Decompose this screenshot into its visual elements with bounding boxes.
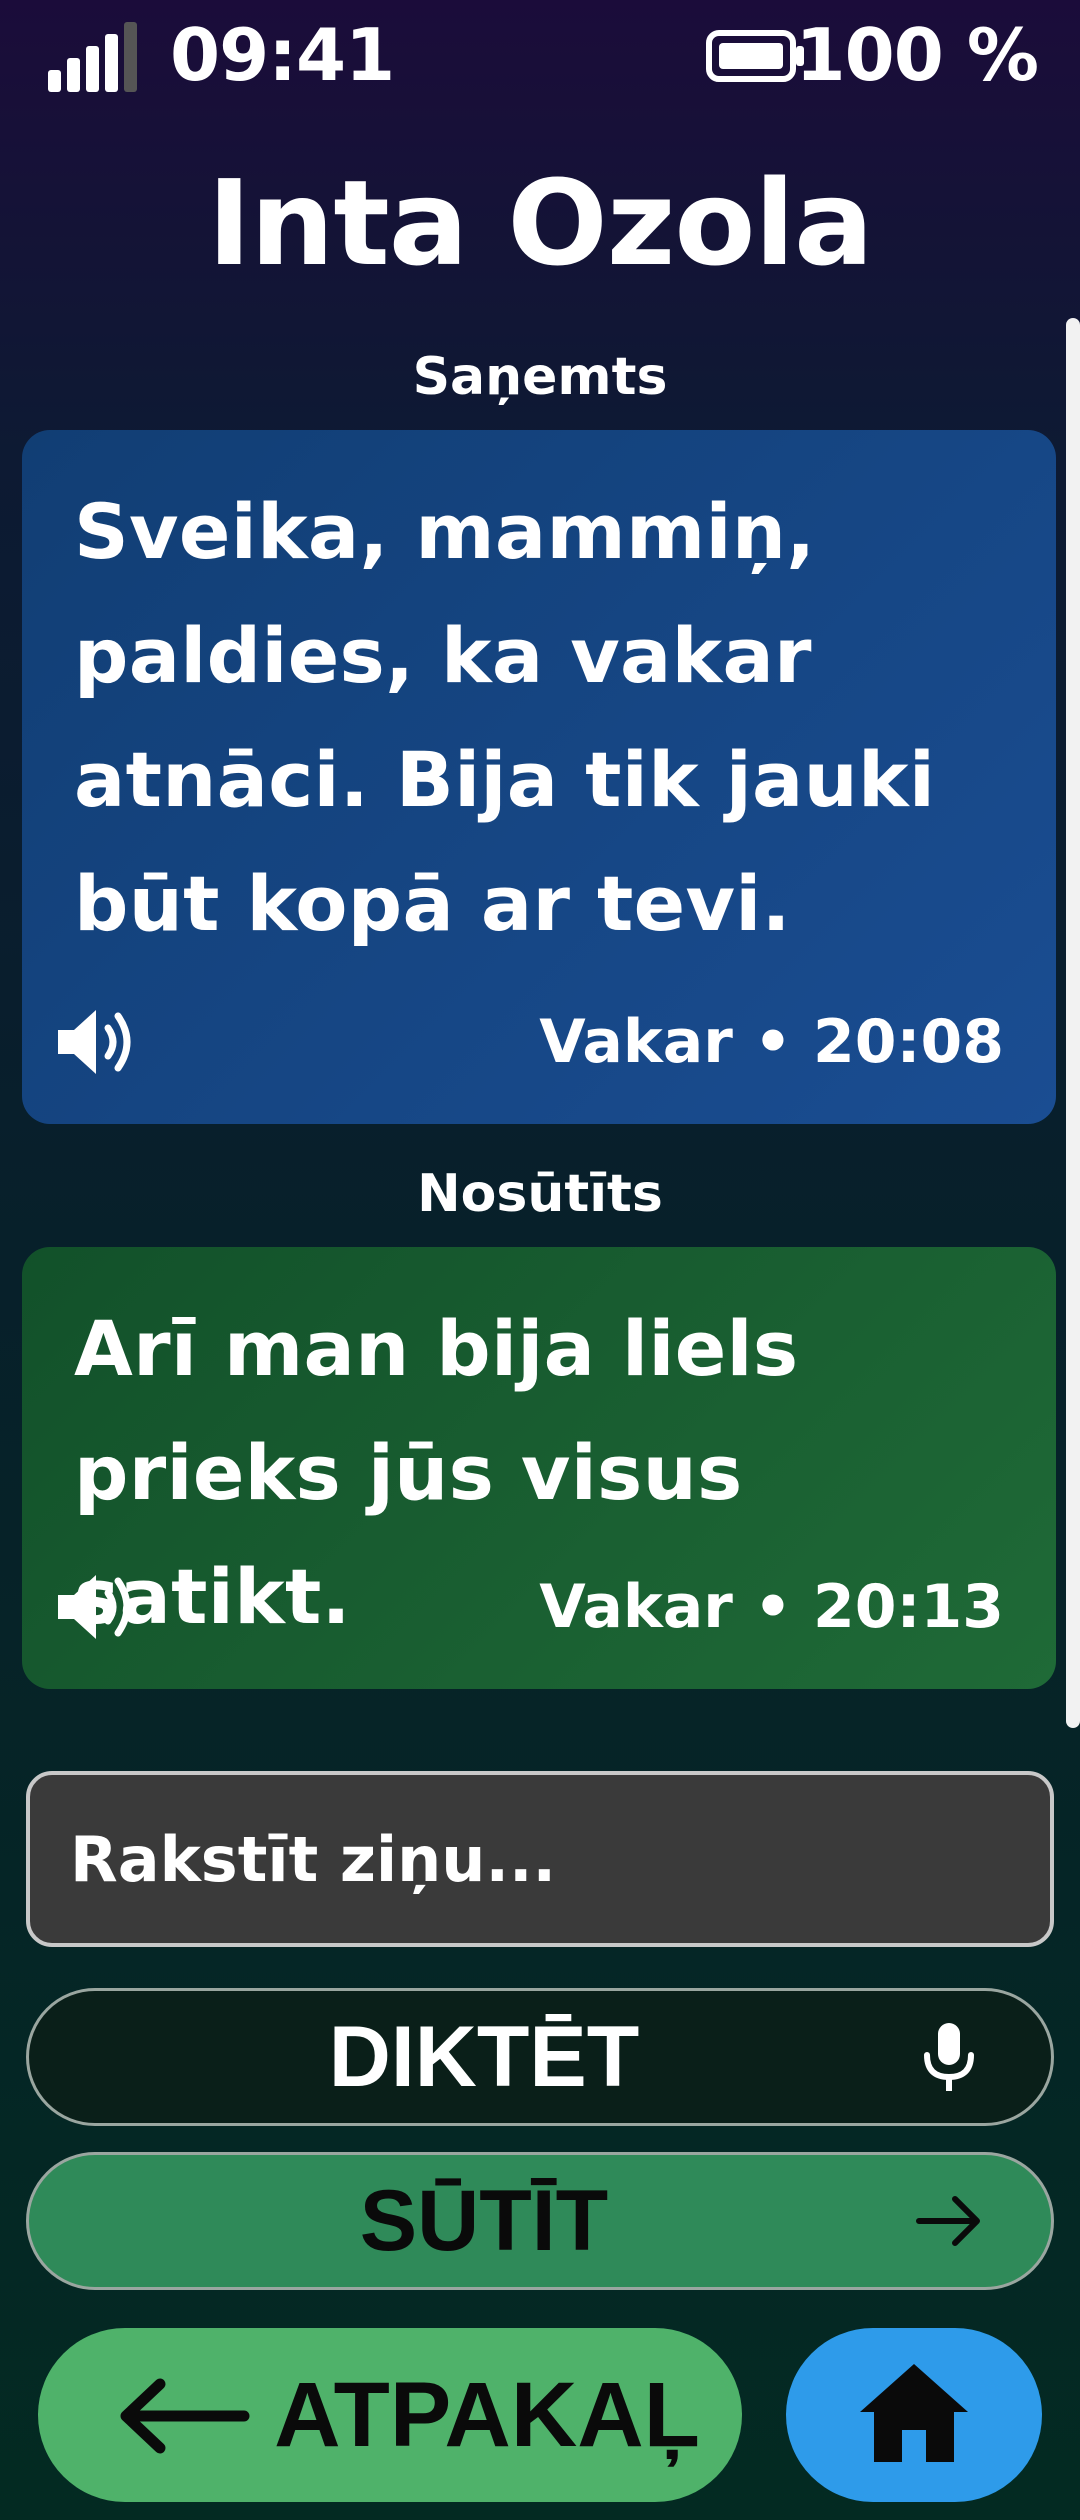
status-bar: 09:41 100 %	[0, 0, 1080, 110]
arrow-left-icon	[120, 2378, 250, 2454]
home-button[interactable]	[786, 2328, 1042, 2502]
send-label: SŪTĪT	[359, 2173, 609, 2269]
scrollbar[interactable]	[1066, 318, 1080, 1728]
signal-icon	[48, 18, 148, 92]
contact-name: Inta Ozola	[207, 154, 873, 292]
battery-percentage: 100 %	[795, 13, 1039, 97]
message-timestamp: Vakar • 20:08	[539, 1007, 1004, 1077]
sent-message-bubble: Arī man bija liels prieks jūs visus sati…	[22, 1247, 1056, 1689]
received-label: Saņemts	[412, 347, 668, 407]
microphone-icon	[924, 2023, 974, 2091]
sent-label: Nosūtīts	[417, 1164, 663, 1224]
message-input[interactable]	[26, 1771, 1054, 1947]
message-timestamp: Vakar • 20:13	[539, 1572, 1004, 1642]
speaker-icon[interactable]	[52, 1567, 144, 1647]
home-icon	[860, 2364, 968, 2462]
dictate-label: DIKTĒT	[328, 2009, 640, 2105]
message-text: Sveika, mammiņ, paldies, ka vakar atnāci…	[74, 487, 936, 948]
status-time: 09:41	[170, 13, 395, 97]
back-button[interactable]: ATPAKAĻ	[38, 2328, 742, 2502]
dictate-button[interactable]: DIKTĒT	[26, 1988, 1054, 2126]
back-label: ATPAKAĻ	[274, 2364, 700, 2466]
received-message-bubble: Sveika, mammiņ, paldies, ka vakar atnāci…	[22, 430, 1056, 1124]
send-button[interactable]: SŪTĪT	[26, 2152, 1054, 2290]
speaker-icon[interactable]	[52, 1002, 144, 1082]
battery-icon	[706, 30, 804, 82]
arrow-right-icon	[916, 2196, 980, 2246]
